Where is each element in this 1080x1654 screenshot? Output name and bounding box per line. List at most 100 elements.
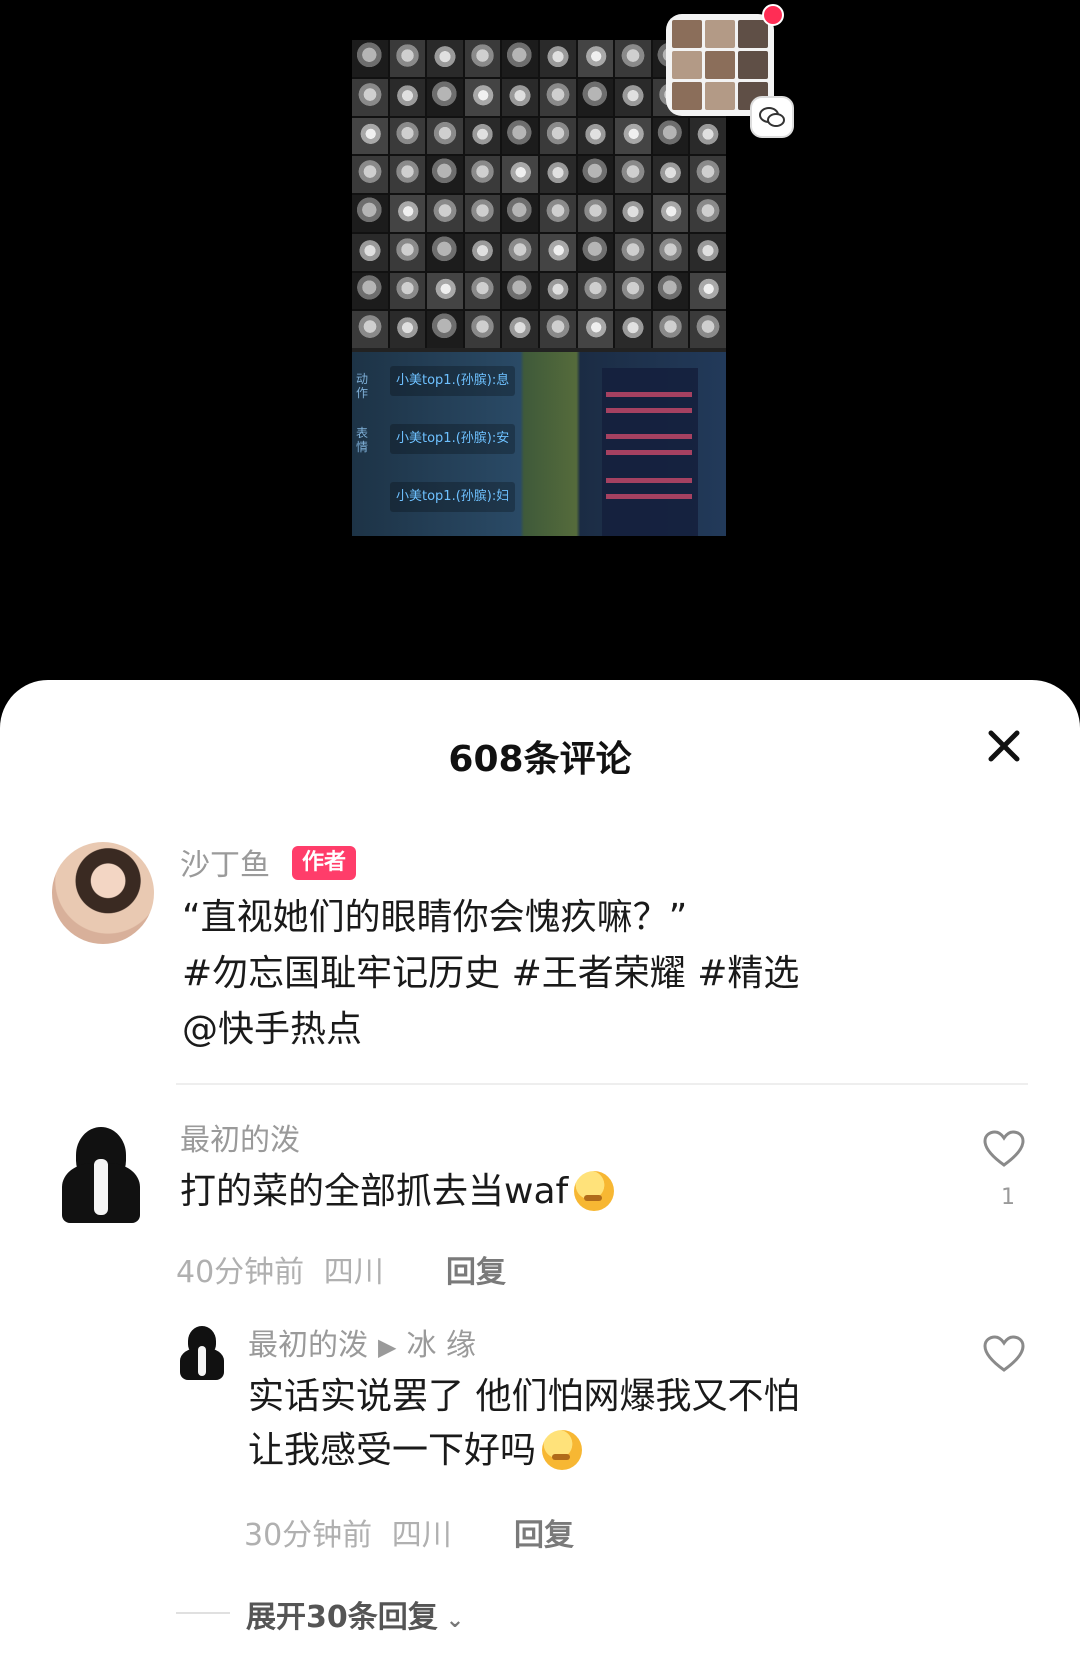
comment-text-line-2: 让我感受一下好吗 [248, 1424, 948, 1478]
close-icon-svg [988, 730, 1020, 762]
expand-line [176, 1612, 230, 1614]
face-photo [427, 156, 463, 193]
thumb-cell [738, 51, 768, 79]
face-photo [464, 195, 501, 232]
expand-replies-button[interactable]: 展开30条回复 ⌄ [176, 1592, 776, 1635]
video-player[interactable]: 动作 表情 小美top1.(孙膑):息 小美top1.(孙膑):安 小美top1… [0, 0, 1080, 680]
face-photo [690, 272, 726, 310]
hashtags-line[interactable]: #勿忘国耻牢记历史 #王者荣耀 #精选 [182, 946, 1042, 1002]
panel-line [606, 434, 692, 439]
face-photo [464, 117, 501, 155]
caption-line: “直视她们的眼睛你会愧疚嘛？” [182, 897, 688, 938]
reply-arrow-icon: ▶ [378, 1333, 397, 1361]
face-photo [352, 40, 388, 77]
thumb-cell [705, 51, 735, 79]
face-photo [427, 195, 463, 232]
face-photo [652, 311, 689, 348]
face-photo [652, 272, 689, 310]
face-photo [389, 233, 426, 271]
expand-replies-text: 展开30条回复 [246, 1600, 438, 1635]
face-photo [427, 311, 463, 348]
face-photo [539, 78, 576, 116]
face-photo [652, 195, 689, 232]
panel-line [606, 392, 692, 397]
face-photo [615, 156, 651, 193]
face-photo [464, 40, 501, 77]
panel-line [606, 494, 692, 499]
heart-icon[interactable] [978, 1328, 1030, 1380]
face-photo [352, 233, 388, 271]
face-photo [427, 40, 463, 77]
thinking-emoji-icon [542, 1430, 583, 1470]
face-photo [539, 233, 576, 271]
game-side-labels: 动作 表情 [356, 372, 372, 454]
thumb-cell [738, 20, 768, 48]
face-photo [690, 195, 726, 232]
expand-replies-label: 展开30条回复 ⌄ [246, 1592, 464, 1636]
face-photo [690, 233, 726, 271]
face-photo [652, 117, 689, 155]
game-chat-line: 小美top1.(孙膑):安 [390, 424, 516, 454]
author-avatar[interactable] [52, 842, 154, 944]
face-photo [577, 40, 614, 77]
game-side-label: 表情 [356, 426, 369, 454]
heart-icon[interactable] [978, 1123, 1030, 1175]
chat-bubble-icon[interactable] [750, 96, 794, 138]
face-photo [502, 117, 538, 155]
close-icon[interactable] [976, 718, 1032, 774]
chevron-down-icon: ⌄ [445, 1608, 465, 1633]
face-photo [389, 78, 426, 116]
commenter-avatar[interactable] [56, 1119, 144, 1223]
commenter-name[interactable]: 最初的泼 [248, 1328, 368, 1363]
face-photo [577, 117, 614, 155]
commenter-avatar[interactable] [178, 1324, 226, 1380]
comment-text-content: 打的菜的全部抓去当waf [180, 1171, 569, 1212]
avatar-shape [198, 1346, 206, 1376]
comment-text-line: 实话实说罢了 他们怕网爆我又不怕 [248, 1376, 800, 1417]
face-photo [464, 272, 501, 310]
commenter-name[interactable]: 最初的泼 [180, 1115, 300, 1159]
panel-line [606, 450, 692, 455]
face-photo [690, 311, 726, 348]
comments-count-title: 608条评论 [448, 739, 632, 780]
face-photo [539, 311, 576, 348]
face-photo [577, 78, 614, 116]
face-photo [352, 311, 388, 348]
comment-location: 四川 [323, 1255, 384, 1290]
author-post: 沙丁鱼 作者 “直视她们的眼睛你会愧疚嘛？” #勿忘国耻牢记历史 #王者荣耀 #… [0, 830, 1080, 1050]
face-photo [690, 117, 726, 155]
reply-button[interactable]: 回复 [514, 1510, 574, 1554]
comment-meta: 40分钟前 四川 [176, 1247, 384, 1291]
face-photo [427, 78, 463, 116]
post-image[interactable]: 动作 表情 小美top1.(孙膑):息 小美top1.(孙膑):安 小美top1… [352, 40, 726, 536]
face-photo [427, 117, 463, 155]
face-photo [615, 117, 651, 155]
avatar-shape [94, 1159, 108, 1215]
thumb-cell [672, 20, 702, 48]
face-photo [615, 195, 651, 232]
reply-to-name[interactable]: 冰 缘 [406, 1328, 476, 1363]
face-photo [539, 272, 576, 310]
mention-line[interactable]: @快手热点 [182, 1002, 1042, 1058]
face-photo [502, 195, 538, 232]
reply-button[interactable]: 回复 [446, 1247, 506, 1291]
face-photo [502, 156, 538, 193]
face-photo [502, 40, 538, 77]
comment-time: 30分钟前 [244, 1518, 373, 1553]
face-photo [389, 272, 426, 310]
face-photo [577, 233, 614, 271]
face-photo [502, 272, 538, 310]
face-photo [690, 156, 726, 193]
face-photo [427, 233, 463, 271]
face-photo [427, 272, 463, 310]
author-badge: 作者 [292, 846, 357, 880]
face-photo [352, 272, 388, 310]
author-name[interactable]: 沙丁鱼 [180, 840, 270, 884]
face-photo [352, 156, 388, 193]
face-photo [615, 233, 651, 271]
face-photo [389, 195, 426, 232]
comment-location: 四川 [391, 1518, 452, 1553]
face-photo [389, 311, 426, 348]
heart-icon-svg [983, 1335, 1025, 1372]
face-photo [502, 233, 538, 271]
